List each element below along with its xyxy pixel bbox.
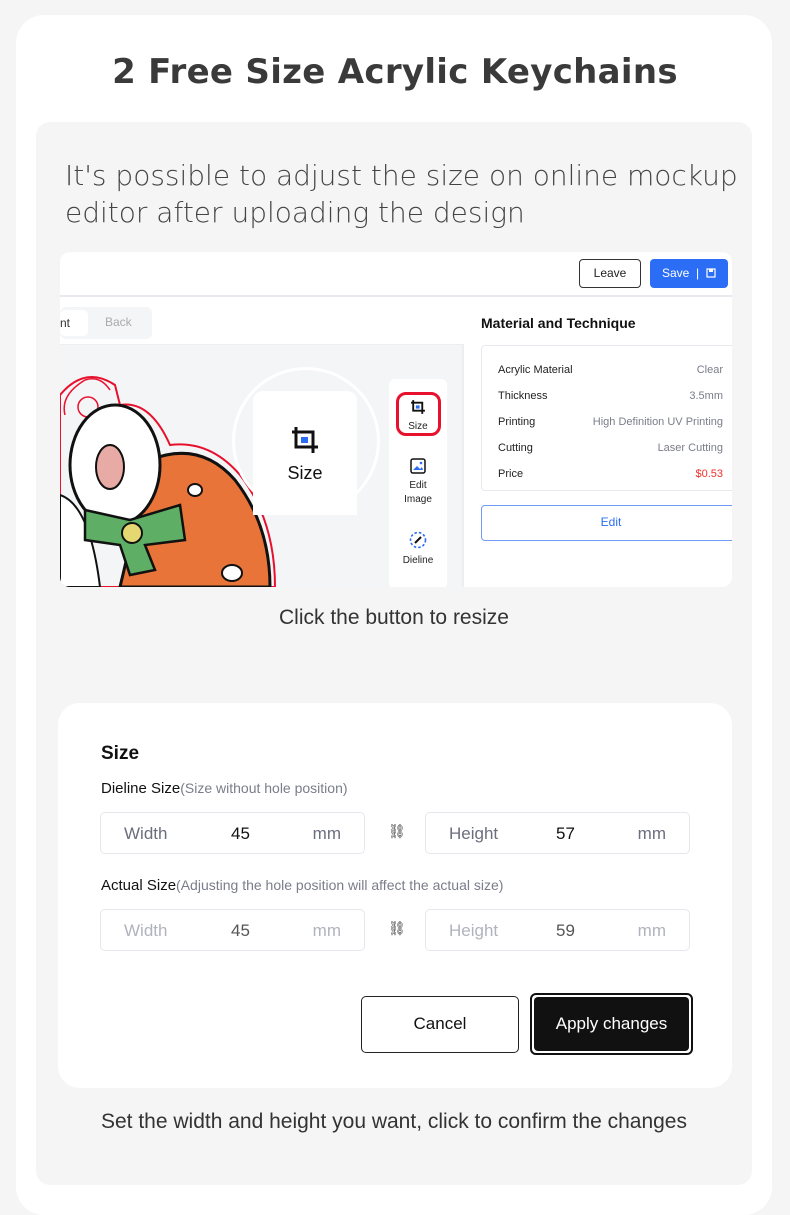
tool-size-label: Size [408, 421, 428, 432]
apply-label: Apply changes [534, 997, 689, 1051]
dieline-size-label: Dieline Size(Size without hole position) [101, 780, 348, 797]
height-label: Height [449, 921, 499, 940]
page-title: 2 Free Size Acrylic Keychains [112, 52, 678, 92]
material-row: Printing High Definition UV Printing [498, 416, 723, 428]
width-label: Width [124, 824, 168, 843]
caption-resize: Click the button to resize [279, 606, 509, 629]
material-row: Price $0.53 [498, 468, 723, 480]
row-value: Clear [696, 364, 723, 376]
row-value: 3.5mm [689, 390, 723, 402]
tool-edit-image-label: Edit Image [404, 480, 432, 505]
dieline-hint: (Size without hole position) [180, 780, 348, 796]
row-label: Thickness [498, 390, 548, 402]
unit-label: mm [312, 824, 341, 843]
segment-front[interactable]: nt [60, 310, 88, 336]
apply-changes-button[interactable]: Apply changes [530, 993, 693, 1055]
size-dialog: Size Dieline Size(Size without hole posi… [58, 703, 732, 1088]
row-label: Printing [498, 416, 536, 428]
width-value: 45 [231, 921, 250, 940]
floppy-disk-icon [706, 268, 717, 278]
actual-width-field: Width 45 mm [100, 909, 365, 951]
editor-topbar: Leave Save | [60, 252, 732, 297]
save-button[interactable]: Save | [650, 259, 728, 288]
actual-height-field: Height 59 mm [425, 909, 690, 951]
height-value[interactable]: 57 [556, 824, 575, 844]
actual-size-label: Actual Size(Adjusting the hole position … [101, 877, 503, 894]
price-value: $0.53 [695, 468, 723, 480]
size-zoom-label: Size [287, 463, 323, 483]
row-value: Laser Cutting [657, 442, 723, 454]
tool-size[interactable]: Size [389, 399, 447, 434]
width-label: Width [124, 921, 168, 940]
crop-icon [292, 427, 318, 453]
actual-label: Actual Size [101, 877, 177, 894]
material-row: Acrylic Material Clear [498, 364, 723, 376]
tool-edit-image[interactable]: Edit Image [389, 458, 447, 507]
material-panel: Material and Technique Acrylic Material C… [466, 299, 732, 587]
material-table: Acrylic Material Clear Thickness 3.5mm Pri… [481, 345, 732, 491]
material-row: Cutting Laser Cutting [498, 442, 723, 454]
height-label: Height [449, 824, 499, 843]
row-value: High Definition UV Printing [592, 416, 723, 428]
unit-label: mm [637, 921, 666, 940]
row-label: Acrylic Material [498, 364, 573, 376]
dieline-height-field[interactable]: Height 57 mm [425, 812, 690, 854]
editor-screenshot: Leave Save | nt Back Size Size Edit Imag… [60, 252, 732, 587]
size-zoom-callout: Size [232, 367, 380, 515]
segment-back[interactable]: Back [105, 315, 132, 329]
row-label: Price [498, 468, 524, 480]
row-label: Cutting [498, 442, 533, 454]
image-icon [410, 458, 426, 474]
material-title: Material and Technique [481, 315, 636, 331]
unit-label: mm [637, 824, 666, 843]
height-value: 59 [556, 921, 575, 940]
view-segment: nt Back [60, 307, 152, 339]
save-label: Save | [662, 266, 700, 280]
tool-dieline[interactable]: Dieline [389, 531, 447, 568]
leave-button[interactable]: Leave [579, 259, 641, 288]
link-ratio-icon[interactable]: ⛓ [388, 823, 406, 840]
dieline-width-field[interactable]: Width 45 mm [100, 812, 365, 854]
size-dialog-title: Size [101, 743, 140, 764]
canvas-toolbar: nt Back [60, 299, 464, 345]
dieline-label: Dieline Size [101, 780, 181, 797]
canvas-area: nt Back Size Size Edit Image Dieline [60, 299, 464, 587]
material-row: Thickness 3.5mm [498, 390, 723, 402]
link-ratio-icon: ⛓ [388, 920, 406, 936]
caption-confirm: Set the width and height you want, click… [100, 1110, 687, 1133]
tool-sidebar: Size Edit Image Dieline [389, 379, 447, 587]
unit-label: mm [312, 921, 341, 940]
dieline-icon [409, 531, 427, 549]
intro-text: It's possible to adjust the size on onli… [65, 159, 738, 229]
crop-icon [411, 400, 425, 414]
edit-button[interactable]: Edit [481, 505, 732, 541]
width-value[interactable]: 45 [231, 824, 250, 844]
actual-hint: (Adjusting the hole position will affect… [176, 877, 504, 893]
cancel-button[interactable]: Cancel [361, 996, 519, 1053]
tool-dieline-label: Dieline [402, 555, 434, 566]
size-zoom-card: Size [253, 391, 357, 515]
